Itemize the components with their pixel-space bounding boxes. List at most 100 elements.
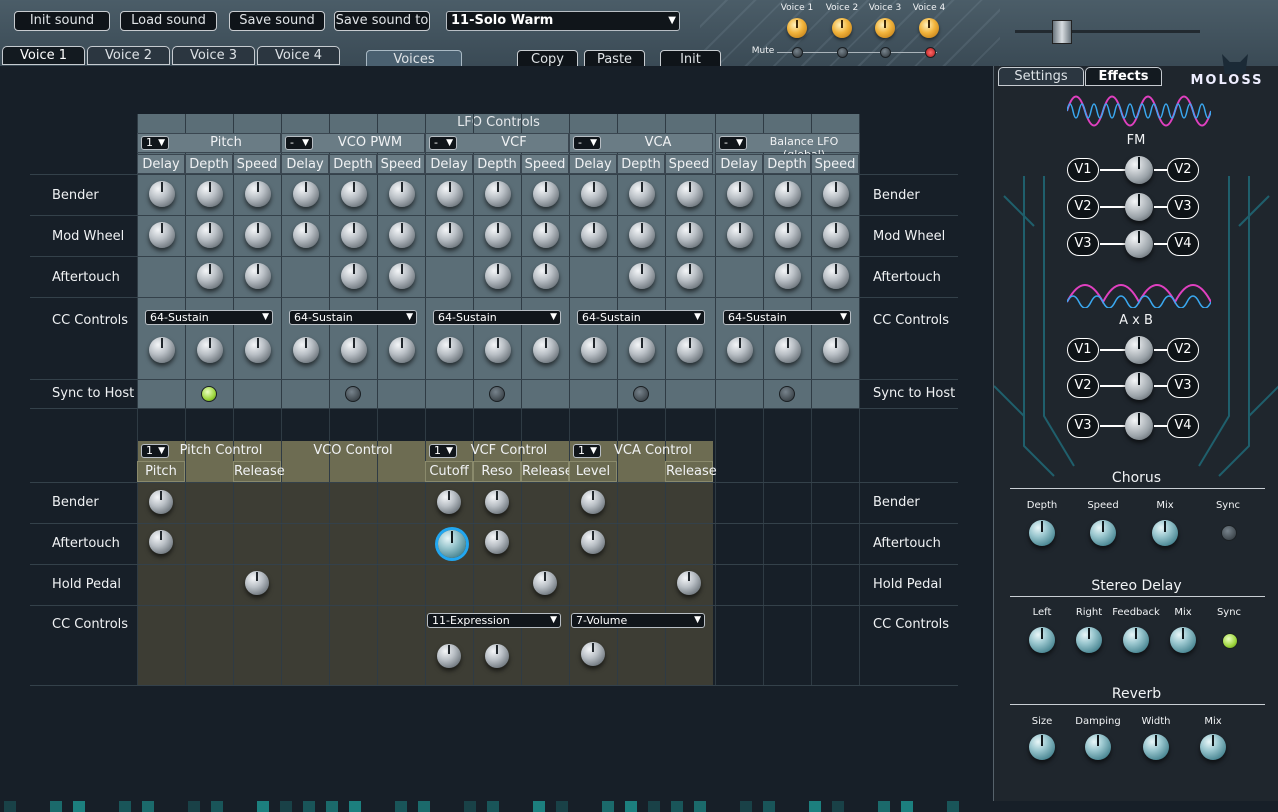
lfo-aftertouch-knob[interactable] — [341, 263, 367, 289]
lfo-aftertouch-knob[interactable] — [677, 263, 703, 289]
sync-to-host-toggle[interactable] — [779, 386, 795, 402]
voice-source-pill[interactable]: V2 — [1067, 195, 1099, 219]
voice4-mute-button[interactable] — [925, 47, 936, 58]
lfo-knob[interactable] — [149, 222, 175, 248]
save-sound-to-button[interactable]: Save sound to — [334, 11, 430, 31]
chorus-knob[interactable] — [1090, 520, 1116, 546]
lfo-knob[interactable] — [581, 222, 607, 248]
delay-knob[interactable] — [1029, 627, 1055, 653]
lfo-cc-select[interactable]: 64-Sustain ▼ — [433, 310, 561, 325]
lfo-knob[interactable] — [341, 222, 367, 248]
control-cc-select[interactable]: 11-Expression ▼ — [427, 613, 561, 628]
lfo-knob[interactable] — [775, 222, 801, 248]
lfo-cc-knob[interactable] — [149, 337, 175, 363]
save-sound-button[interactable]: Save sound — [229, 11, 325, 31]
tab-effects[interactable]: Effects — [1085, 67, 1162, 86]
lfo-knob[interactable] — [823, 222, 849, 248]
delay-knob[interactable] — [1123, 627, 1149, 653]
lfo-aftertouch-knob[interactable] — [197, 263, 223, 289]
control-knob[interactable] — [485, 490, 509, 514]
lfo-knob[interactable] — [245, 181, 271, 207]
control-knob[interactable] — [245, 571, 269, 595]
chorus-sync-toggle[interactable] — [1221, 525, 1237, 541]
master-slider-thumb[interactable] — [1052, 20, 1072, 44]
voice-target-pill[interactable]: V2 — [1167, 158, 1199, 182]
lfo-cc-select[interactable]: 64-Sustain ▼ — [289, 310, 417, 325]
reverb-knob[interactable] — [1085, 734, 1111, 760]
mod-amount-knob[interactable] — [1125, 412, 1153, 440]
lfo-knob[interactable] — [245, 222, 271, 248]
init-sound-button[interactable]: Init sound — [14, 11, 110, 31]
lfo-cc-knob[interactable] — [677, 337, 703, 363]
reverb-knob[interactable] — [1029, 734, 1055, 760]
vcf-cutoff-aftertouch-knob[interactable] — [438, 530, 466, 558]
lfo-knob[interactable] — [485, 181, 511, 207]
lfo-knob[interactable] — [293, 222, 319, 248]
lfo-cc-knob[interactable] — [485, 337, 511, 363]
lfo-cc-select[interactable]: 64-Sustain ▼ — [577, 310, 705, 325]
voice-source-pill[interactable]: V1 — [1067, 338, 1099, 362]
lfo-cc-knob[interactable] — [341, 337, 367, 363]
reverb-knob[interactable] — [1200, 734, 1226, 760]
lfo-cc-select[interactable]: 64-Sustain ▼ — [145, 310, 273, 325]
lfo-aftertouch-knob[interactable] — [389, 263, 415, 289]
delay-knob[interactable] — [1170, 627, 1196, 653]
lfo-cc-select[interactable]: 64-Sustain ▼ — [723, 310, 851, 325]
lfo-cc-knob[interactable] — [775, 337, 801, 363]
lfo-cc-knob[interactable] — [293, 337, 319, 363]
lfo-knob[interactable] — [727, 222, 753, 248]
lfo-cc-knob[interactable] — [629, 337, 655, 363]
voice3-volume-knob[interactable] — [875, 18, 895, 38]
lfo-knob[interactable] — [629, 181, 655, 207]
lfo-knob[interactable] — [149, 181, 175, 207]
control-knob[interactable] — [485, 644, 509, 668]
mod-amount-knob[interactable] — [1125, 156, 1153, 184]
voice2-mute-button[interactable] — [837, 47, 848, 58]
sync-to-host-toggle[interactable] — [489, 386, 505, 402]
sync-to-host-toggle[interactable] — [633, 386, 649, 402]
lfo-group-select[interactable]: - ▼ — [429, 136, 457, 150]
lfo-cc-knob[interactable] — [533, 337, 559, 363]
control-cc-select[interactable]: 7-Volume ▼ — [571, 613, 705, 628]
voice-source-pill[interactable]: V1 — [1067, 158, 1099, 182]
control-knob[interactable] — [581, 642, 605, 666]
lfo-cc-knob[interactable] — [581, 337, 607, 363]
voice3-mute-button[interactable] — [880, 47, 891, 58]
control-knob[interactable] — [581, 490, 605, 514]
lfo-knob[interactable] — [437, 181, 463, 207]
sync-to-host-toggle[interactable] — [201, 386, 217, 402]
voice-target-pill[interactable]: V4 — [1167, 414, 1199, 438]
lfo-knob[interactable] — [389, 181, 415, 207]
voice4-volume-knob[interactable] — [919, 18, 939, 38]
control-knob[interactable] — [149, 490, 173, 514]
lfo-cc-knob[interactable] — [197, 337, 223, 363]
sync-to-host-toggle[interactable] — [345, 386, 361, 402]
control-knob[interactable] — [581, 530, 605, 554]
lfo-knob[interactable] — [823, 181, 849, 207]
voice-source-pill[interactable]: V2 — [1067, 374, 1099, 398]
lfo-cc-knob[interactable] — [245, 337, 271, 363]
lfo-knob[interactable] — [437, 222, 463, 248]
lfo-aftertouch-knob[interactable] — [775, 263, 801, 289]
lfo-knob[interactable] — [581, 181, 607, 207]
lfo-group-select[interactable]: - ▼ — [573, 136, 601, 150]
control-knob[interactable] — [533, 571, 557, 595]
lfo-knob[interactable] — [197, 222, 223, 248]
delay-knob[interactable] — [1076, 627, 1102, 653]
lfo-cc-knob[interactable] — [389, 337, 415, 363]
lfo-group-select[interactable]: 1 ▼ — [141, 136, 169, 150]
tab-voice-4[interactable]: Voice 4 — [257, 46, 340, 65]
voice2-volume-knob[interactable] — [832, 18, 852, 38]
lfo-knob[interactable] — [533, 222, 559, 248]
tab-voice-3[interactable]: Voice 3 — [172, 46, 255, 65]
control-knob[interactable] — [485, 530, 509, 554]
tab-voice-1[interactable]: Voice 1 — [2, 46, 85, 65]
lfo-aftertouch-knob[interactable] — [485, 263, 511, 289]
chorus-knob[interactable] — [1152, 520, 1178, 546]
lfo-knob[interactable] — [727, 181, 753, 207]
lfo-cc-knob[interactable] — [727, 337, 753, 363]
lfo-knob[interactable] — [533, 181, 559, 207]
lfo-knob[interactable] — [775, 181, 801, 207]
mod-amount-knob[interactable] — [1125, 193, 1153, 221]
lfo-group-select[interactable]: - ▼ — [719, 136, 747, 150]
